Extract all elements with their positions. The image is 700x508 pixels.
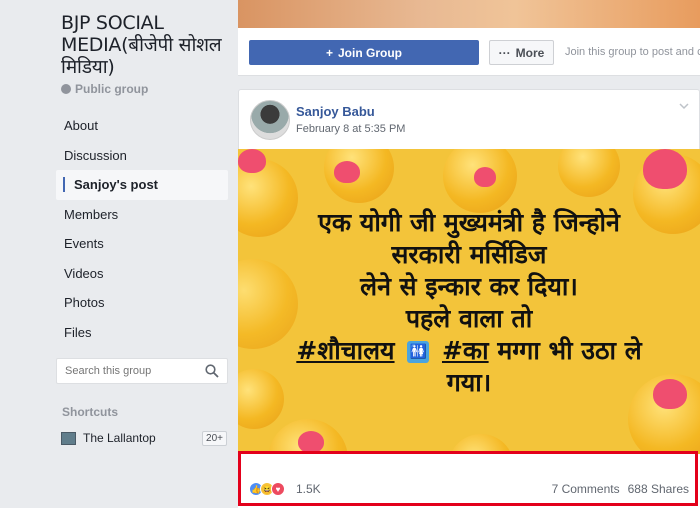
group-title[interactable]: BJP SOCIAL MEDIA(बीजेपी सोशल मिडिया) (61, 12, 237, 78)
group-search (56, 358, 228, 384)
sidebar-item-sanjoys-post[interactable]: Sanjoy's post (56, 170, 228, 200)
image-text-line: #शौचालय 🚻 #का मग्गा भी उठा ले (258, 335, 680, 367)
post-author[interactable]: Sanjoy Babu (296, 104, 375, 119)
cover-photo (238, 0, 700, 28)
hashtag[interactable]: #का (442, 336, 489, 365)
restroom-icon: 🚻 (407, 341, 430, 363)
sidebar-item-about[interactable]: About (56, 111, 228, 141)
sidebar-item-events[interactable]: Events (56, 229, 228, 259)
avatar[interactable] (250, 100, 290, 140)
sidebar-item-discussion[interactable]: Discussion (56, 141, 228, 171)
more-button[interactable]: ··· More (489, 40, 554, 65)
post-timestamp[interactable]: February 8 at 5:35 PM (296, 123, 405, 135)
group-nav: About Discussion Sanjoy's post Members E… (56, 111, 228, 347)
join-group-label: Join Group (338, 45, 402, 60)
post-image[interactable]: एक योगी जी मुख्यमंत्री है जिन्होने सरकार… (238, 149, 700, 467)
join-hint-text: Join this group to post and c (565, 46, 700, 58)
privacy-label: Public group (61, 82, 148, 96)
sidebar-item-label: Discussion (64, 147, 127, 163)
shortcut-label: The Lallantop (83, 431, 156, 445)
emoji-decoration (558, 149, 620, 197)
search-input[interactable] (65, 365, 200, 377)
highlight-annotation (238, 451, 698, 506)
image-text-fragment: मग्गा भी उठा ले (497, 336, 642, 365)
search-icon[interactable] (205, 364, 219, 378)
sidebar-item-label: Events (64, 236, 104, 251)
hashtag[interactable]: #शौचालय (296, 336, 394, 365)
sidebar-item-files[interactable]: Files (56, 318, 228, 348)
heart-decoration (334, 161, 360, 183)
shortcuts-heading: Shortcuts (62, 405, 119, 419)
shortcut-item[interactable]: The Lallantop 20+ (61, 428, 227, 448)
image-text-line: पहले वाला तो (405, 304, 533, 333)
group-action-bar: + Join Group ··· More Join this group to… (238, 28, 700, 76)
sidebar-item-label: Files (64, 324, 92, 340)
sidebar-item-label: Photos (64, 295, 105, 310)
shortcut-count-badge: 20+ (202, 430, 227, 446)
post-card: Sanjoy Babu February 8 at 5:35 PM एक योग… (238, 89, 700, 508)
heart-decoration (474, 167, 496, 187)
sidebar-item-label: About (64, 118, 98, 133)
post-image-text: एक योगी जी मुख्यमंत्री है जिन्होने सरकार… (238, 207, 700, 399)
heart-decoration (238, 149, 266, 173)
image-text-line: एक योगी जी मुख्यमंत्री है जिन्होने (318, 208, 620, 237)
group-sidebar: BJP SOCIAL MEDIA(बीजेपी सोशल मिडिया) Pub… (0, 0, 238, 508)
globe-icon (61, 84, 71, 94)
join-group-button[interactable]: + Join Group (249, 40, 479, 65)
privacy-text: Public group (75, 82, 149, 96)
image-text-line: गया। (446, 368, 492, 397)
shortcut-thumbnail (61, 431, 76, 445)
chevron-down-icon[interactable] (679, 102, 689, 110)
image-text-line: लेने से इन्कार कर दिया। (360, 272, 578, 301)
sidebar-item-label: Sanjoy's post (74, 177, 158, 192)
more-label: More (515, 45, 545, 60)
sidebar-item-label: Members (64, 206, 119, 222)
ellipsis-icon: ··· (498, 45, 511, 60)
sidebar-item-videos[interactable]: Videos (56, 259, 228, 289)
image-text-line: सरकारी मर्सिडिज (391, 240, 547, 269)
heart-decoration (643, 149, 687, 189)
sidebar-item-members[interactable]: Members (56, 200, 228, 230)
heart-decoration (298, 431, 324, 453)
plus-icon: + (325, 45, 333, 60)
sidebar-item-label: Videos (64, 265, 104, 281)
sidebar-item-photos[interactable]: Photos (56, 288, 228, 318)
